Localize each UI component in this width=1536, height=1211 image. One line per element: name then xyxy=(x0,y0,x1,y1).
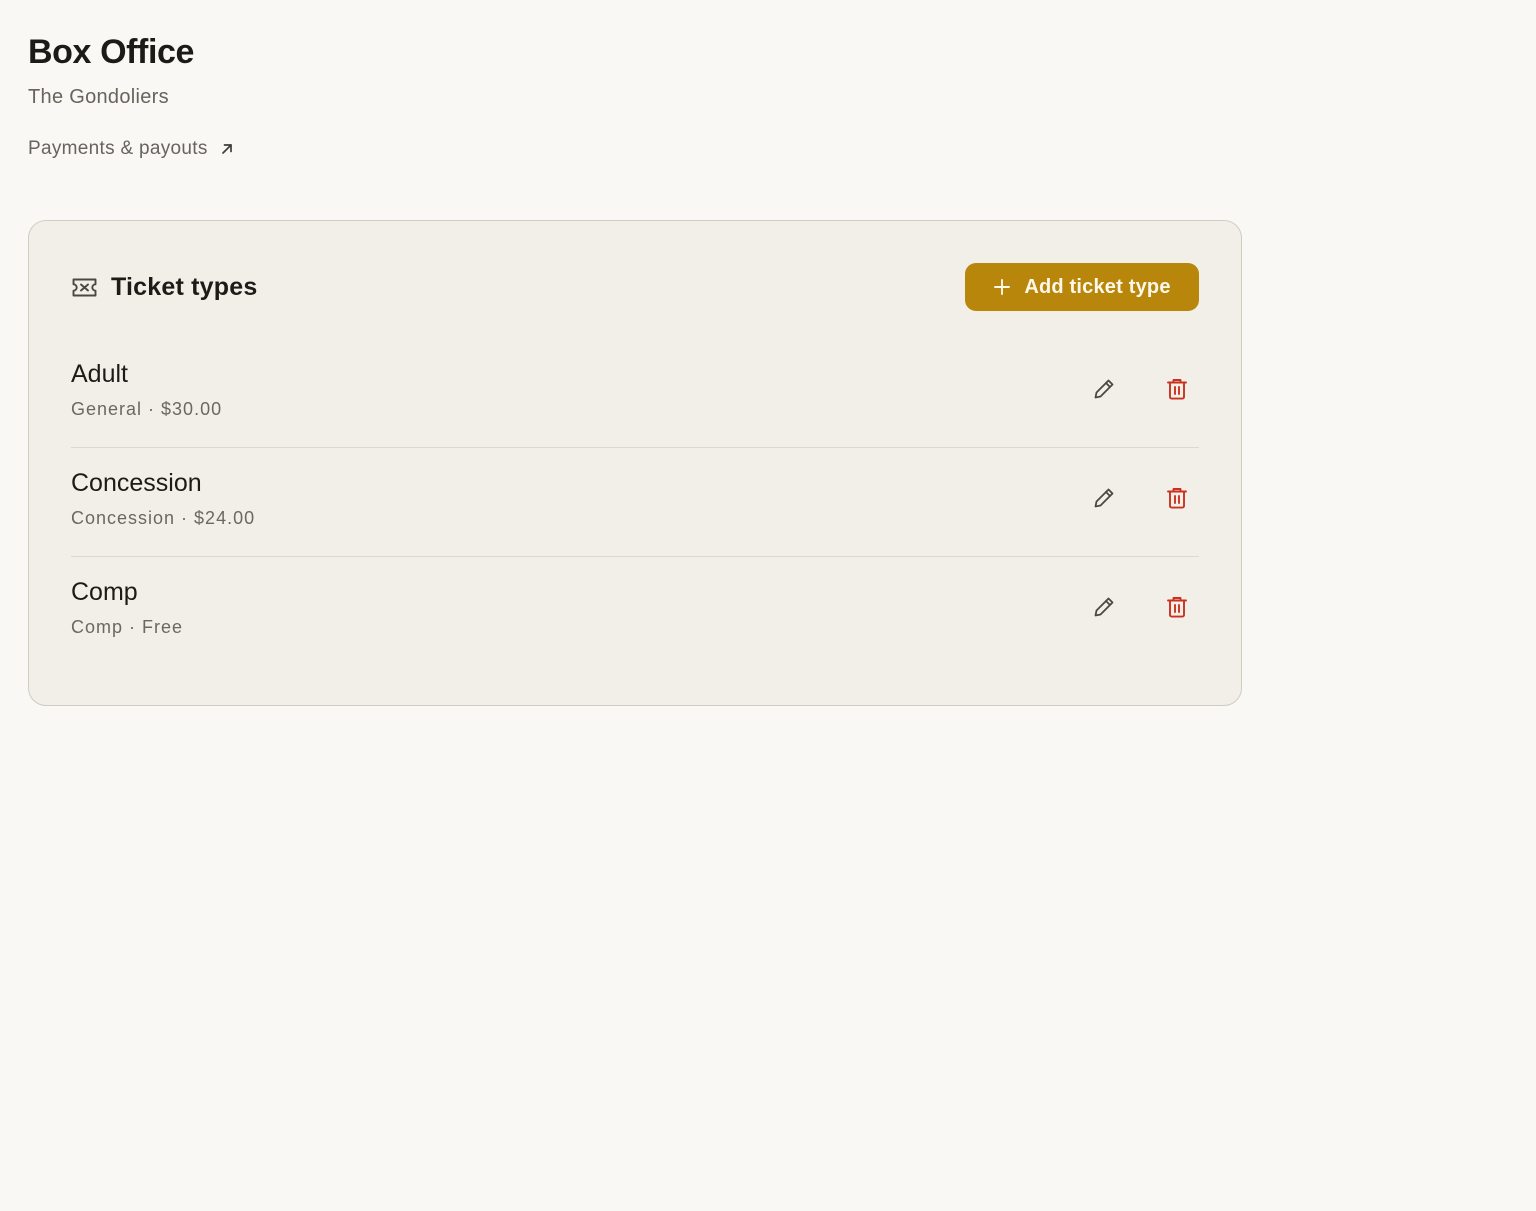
ticket-types-title-group: Ticket types xyxy=(71,263,257,311)
payments-payouts-link-label: Payments & payouts xyxy=(28,138,208,159)
add-ticket-type-button[interactable]: Add ticket type xyxy=(965,263,1199,311)
ticket-type-name: Adult xyxy=(71,360,128,388)
add-ticket-type-button-label: Add ticket type xyxy=(1024,275,1171,298)
ticket-icon xyxy=(72,278,97,296)
edit-adult-button[interactable] xyxy=(1081,366,1126,411)
ticket-type-actions xyxy=(1081,475,1199,520)
ticket-type-row-adult: Adult General · $30.00 xyxy=(71,339,1199,448)
payments-payouts-link[interactable]: Payments & payouts xyxy=(28,136,234,162)
trash-icon xyxy=(1166,596,1187,618)
ticket-type-list: Adult General · $30.00 Concession Conces… xyxy=(71,339,1199,666)
page-subtitle: The Gondoliers xyxy=(28,86,169,108)
edit-comp-button[interactable] xyxy=(1081,584,1126,629)
ticket-type-row-concession: Concession Concession · $24.00 xyxy=(71,448,1199,557)
trash-icon xyxy=(1166,487,1187,509)
ticket-type-meta: General · $30.00 xyxy=(71,399,223,419)
delete-concession-button[interactable] xyxy=(1154,475,1199,520)
trash-icon xyxy=(1166,378,1187,400)
ticket-type-actions xyxy=(1081,366,1199,411)
delete-comp-button[interactable] xyxy=(1154,584,1199,629)
ticket-type-row-comp: Comp Comp · Free xyxy=(71,557,1199,666)
arrow-up-right-icon xyxy=(221,144,232,154)
plus-icon xyxy=(994,279,1011,295)
ticket-type-meta: Comp · Free xyxy=(71,617,184,637)
ticket-types-panel-header: Ticket types Add ticket type xyxy=(71,263,1199,311)
pencil-icon xyxy=(1094,597,1113,616)
ticket-types-panel: Ticket types Add ticket type Adult Gener… xyxy=(28,220,1242,706)
ticket-type-name: Comp xyxy=(71,578,138,606)
delete-adult-button[interactable] xyxy=(1154,366,1199,411)
pencil-icon xyxy=(1094,488,1113,507)
ticket-type-meta: Concession · $24.00 xyxy=(71,508,256,528)
edit-concession-button[interactable] xyxy=(1081,475,1126,520)
page-title: Box Office xyxy=(28,33,195,71)
ticket-type-name: Concession xyxy=(71,469,202,497)
pencil-icon xyxy=(1094,379,1113,398)
ticket-type-actions xyxy=(1081,584,1199,629)
ticket-types-title: Ticket types xyxy=(111,272,258,301)
